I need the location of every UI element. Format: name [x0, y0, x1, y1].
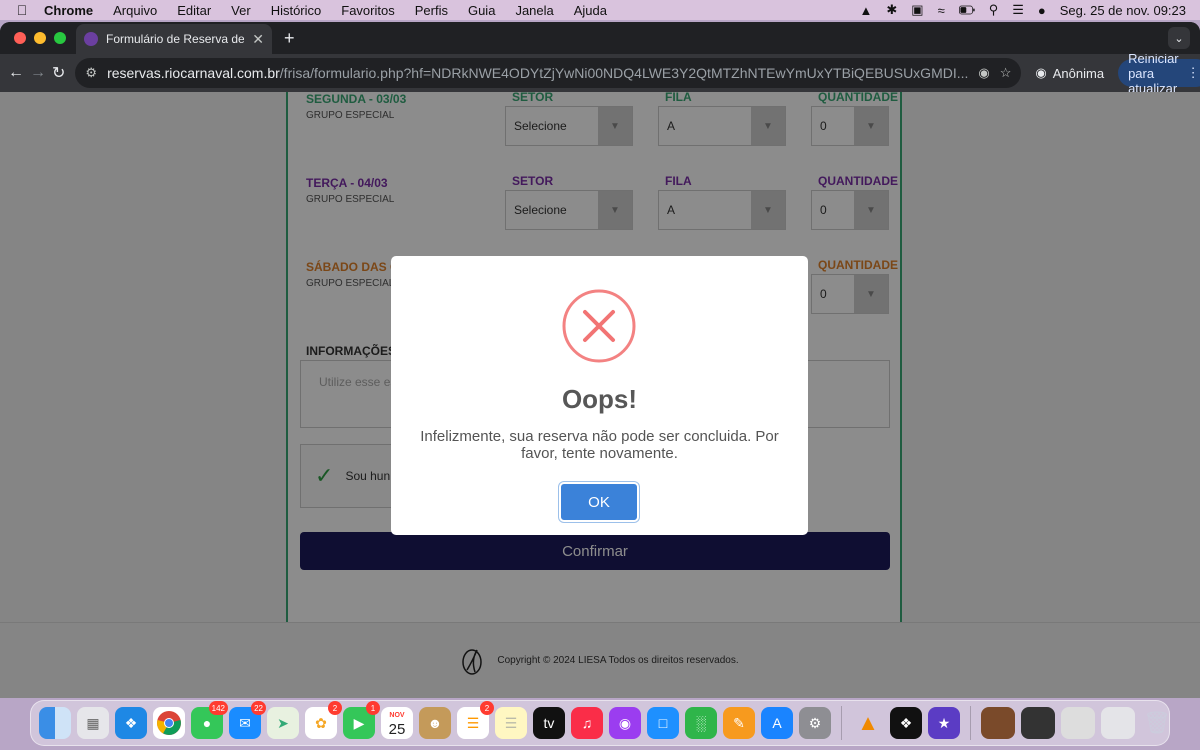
chrome-logo-icon [157, 711, 181, 735]
site-favicon-icon [84, 32, 98, 46]
safari-icon[interactable]: ❖ [115, 707, 147, 739]
menubar-clock[interactable]: Seg. 25 de nov. 09:23 [1060, 3, 1186, 18]
browser-toolbar: ← → ↻ ⚙ reservas.riocarnaval.com.br/fris… [0, 51, 1200, 96]
siri-icon[interactable]: ● [1038, 3, 1046, 18]
error-dialog: Oops! Infelizmente, sua reserva não pode… [391, 256, 808, 535]
pages-icon[interactable]: ✎ [723, 707, 755, 739]
zoom-window-button[interactable] [54, 32, 66, 44]
minimized-window-thumbnail[interactable] [1021, 707, 1055, 739]
photos-icon[interactable]: ✿ 2 [305, 701, 342, 739]
dialog-message: Infelizmente, sua reserva não pode ser c… [420, 428, 779, 462]
url-path: /frisa/formulario.php?hf=NDRkNWE4ODYtZjY… [279, 65, 969, 81]
url-host: reservas.riocarnaval.com.br [107, 65, 280, 81]
menu-app-name[interactable]: Chrome [44, 3, 93, 18]
incognito-label: Anônima [1052, 65, 1105, 81]
macos-dock: ▦ ❖ ● 142 ✉ 22 ➤ ✿ 2 ▶ 1 NOV 25 ☻ ☰ 2 ☰ tv ♫ ◉… [30, 700, 1173, 746]
close-tab-icon[interactable]: ✕ [252, 31, 264, 48]
tab-strip: Formulário de Reserva de Frisa ✕ + ⌄ [0, 22, 1200, 54]
keynote-icon[interactable]: □ [647, 707, 679, 739]
mail-icon[interactable]: ✉ 22 [229, 701, 266, 739]
messages-icon[interactable]: ● 142 [191, 701, 228, 739]
forward-arrow-icon[interactable]: → [30, 64, 46, 82]
dock-area: ▦ ❖ ● 142 ✉ 22 ➤ ✿ 2 ▶ 1 NOV 25 ☻ ☰ 2 ☰ tv ♫ ◉… [0, 698, 1200, 750]
bluetooth-icon[interactable]: ✱ [886, 2, 897, 18]
tab-title: Formulário de Reserva de Frisa [106, 32, 245, 46]
calendar-day: 25 [388, 721, 406, 738]
facetime-badge: 1 [366, 701, 380, 715]
calendar-icon[interactable]: NOV 25 [381, 707, 413, 739]
vlc-status-icon[interactable]: ▲ [859, 3, 872, 18]
control-center-icon[interactable]: ☰ [1012, 2, 1024, 18]
launchpad-icon[interactable]: ▦ [77, 707, 109, 739]
window-controls [0, 32, 76, 44]
incognito-indicator[interactable]: ◉ Anônima [1027, 65, 1112, 81]
reminders-badge: 2 [480, 701, 494, 715]
screen-mirror-icon[interactable]: ▣ [911, 2, 923, 18]
address-bar[interactable]: ⚙ reservas.riocarnaval.com.br/frisa/form… [75, 58, 1022, 88]
menubar-status-area: ▲ ✱ ▣ ≈ ⚲ ☰ ● Seg. 25 de nov. 09:23 [859, 2, 1200, 18]
menu-ver[interactable]: Ver [231, 3, 251, 18]
menu-favoritos[interactable]: Favoritos [341, 3, 394, 18]
close-window-button[interactable] [14, 32, 26, 44]
apple-tv-icon[interactable]: tv [533, 707, 565, 739]
back-arrow-icon[interactable]: ← [8, 64, 24, 82]
error-x-icon [562, 289, 636, 363]
vlc-icon[interactable]: ▲ [852, 707, 884, 739]
battery-icon[interactable] [958, 4, 975, 16]
restart-label: Reiniciar para atualizar [1128, 50, 1179, 96]
menu-guia[interactable]: Guia [468, 3, 495, 18]
music-icon[interactable]: ♫ [571, 707, 603, 739]
podcasts-icon[interactable]: ◉ [609, 707, 641, 739]
menu-historico[interactable]: Histórico [271, 3, 322, 18]
facetime-icon[interactable]: ▶ 1 [343, 701, 380, 739]
tab-formulario[interactable]: Formulário de Reserva de Frisa ✕ [76, 24, 272, 54]
maps-icon[interactable]: ➤ [267, 707, 299, 739]
app-store-icon[interactable]: A [761, 707, 793, 739]
minimize-window-button[interactable] [34, 32, 46, 44]
contacts-icon[interactable]: ☻ [419, 707, 451, 739]
notes-icon[interactable]: ☰ [495, 707, 527, 739]
downloads-folder-icon[interactable] [1101, 707, 1135, 739]
chrome-menu-icon[interactable]: ⋮ [1187, 65, 1200, 81]
bookmark-star-icon[interactable]: ☆ [1000, 65, 1012, 81]
tracking-protection-eye-icon[interactable]: ◉ [978, 65, 989, 81]
reminders-icon[interactable]: ☰ 2 [457, 701, 494, 739]
dock-separator [970, 706, 971, 740]
chrome-icon[interactable] [153, 707, 185, 739]
spotlight-search-icon[interactable]: ⚲ [989, 2, 999, 18]
figma-icon[interactable]: ❖ [890, 707, 922, 739]
mail-badge: 22 [251, 701, 266, 715]
macos-menubar:  Chrome Arquivo Editar Ver Histórico Fa… [0, 0, 1200, 20]
minimized-window-thumbnail[interactable] [981, 707, 1015, 739]
photos-badge: 2 [328, 701, 342, 715]
menu-arquivo[interactable]: Arquivo [113, 3, 157, 18]
new-tab-button[interactable]: + [284, 28, 295, 49]
site-settings-icon[interactable]: ⚙ [85, 65, 97, 81]
menu-ajuda[interactable]: Ajuda [574, 3, 607, 18]
finder-icon[interactable] [39, 707, 71, 739]
wifi-icon[interactable]: ≈ [938, 3, 945, 18]
dialog-title: Oops! [561, 384, 638, 414]
system-settings-gear-icon[interactable]: ⚙ [799, 707, 831, 739]
menu-editar[interactable]: Editar [177, 3, 211, 18]
dock-separator [841, 706, 842, 740]
reload-icon[interactable]: ↻ [52, 63, 65, 83]
url-text[interactable]: reservas.riocarnaval.com.br/frisa/formul… [107, 65, 968, 81]
messages-badge: 142 [208, 701, 228, 715]
ok-button[interactable]: OK [561, 484, 637, 520]
tab-search-chevron-icon[interactable]: ⌄ [1168, 27, 1190, 49]
trash-icon[interactable]: 🗑 [1141, 707, 1173, 739]
apple-menu-icon[interactable]:  [0, 2, 44, 18]
menu-perfis[interactable]: Perfis [415, 3, 448, 18]
imovie-star-icon[interactable]: ★ [928, 707, 960, 739]
restart-to-update-button[interactable]: Reiniciar para atualizar ⋮ [1118, 51, 1200, 96]
incognito-icon: ◉ [1035, 65, 1047, 80]
numbers-icon[interactable]: ░ [685, 707, 717, 739]
minimized-window-thumbnail[interactable] [1061, 707, 1095, 739]
menu-janela[interactable]: Janela [515, 3, 553, 18]
